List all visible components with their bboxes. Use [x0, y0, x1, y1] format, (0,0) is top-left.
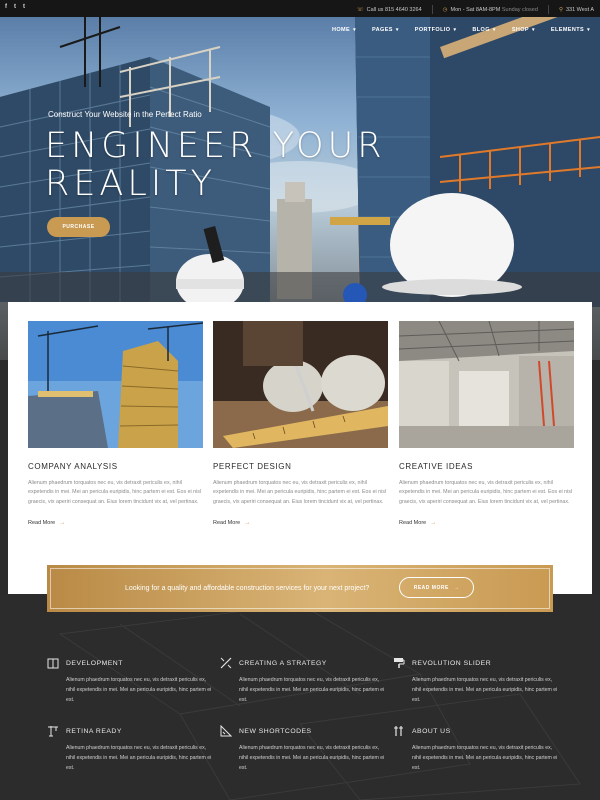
main-nav: HOME ▾ PAGES ▾ PORTFOLIO ▾ BLOG ▾ SHOP ▾ ELEM… — [332, 27, 590, 33]
feature-text: Alienum phaedrum torquatos nec eu, vis d… — [399, 480, 573, 505]
services-section: DEVELOPMENT Alienum phaedrum torquatos n… — [0, 594, 600, 800]
tumblr-icon[interactable]: t — [23, 4, 25, 10]
hero-tagline: Construct Your Website in the Perfect Ra… — [48, 110, 202, 119]
nav-elements-label: ELEMENTS — [550, 27, 585, 33]
service-head: RETINA READY — [47, 725, 207, 737]
social-links: f t t — [5, 4, 25, 10]
nav-portfolio[interactable]: PORTFOLIO ▾ — [415, 27, 457, 33]
service-head: NEW SHORTCODES — [220, 725, 380, 737]
building-icon — [47, 657, 59, 669]
feature-title: CREATIVE IDEAS — [399, 462, 474, 471]
nav-shop[interactable]: SHOP ▾ — [512, 27, 535, 33]
paint-roller-icon — [393, 657, 405, 669]
service-item: REVOLUTION SLIDER Alienum phaedrum torqu… — [393, 657, 557, 705]
tools-icon — [393, 725, 405, 737]
feature-card: COMPANY ANALYSIS Alienum phaedrum torqua… — [28, 321, 203, 526]
service-text: Alienum phaedrum torquatos nec eu, vis d… — [412, 677, 558, 703]
address-text: 331 West A — [565, 6, 594, 13]
service-title: RETINA READY — [66, 727, 122, 735]
chevron-down-icon: ▾ — [532, 27, 535, 33]
facebook-icon[interactable]: f — [5, 4, 7, 10]
nav-home-label: HOME — [331, 27, 351, 33]
ruler-triangle-icon — [220, 725, 232, 737]
perfect-design-image — [213, 321, 388, 448]
twitter-icon[interactable]: t — [14, 4, 16, 10]
arrow-right-icon: → — [244, 519, 251, 526]
chevron-down-icon: ▾ — [492, 27, 496, 33]
chevron-down-icon: ▾ — [395, 27, 399, 33]
clock-icon: ◷ — [442, 6, 448, 13]
read-more-label: Read More — [28, 519, 56, 526]
service-head: DEVELOPMENT — [47, 657, 207, 669]
service-item: NEW SHORTCODES Alienum phaedrum torquato… — [220, 725, 384, 773]
feature-card: CREATIVE IDEAS Alienum phaedrum torquato… — [399, 321, 574, 526]
arrow-right-icon: → — [430, 519, 437, 526]
map-pin-icon: ⚲ — [558, 6, 563, 13]
top-bar: f t t ☏ Call us 815 4640 3264 ◷ Mon - Sat … — [0, 0, 600, 17]
service-item: RETINA READY Alienum phaedrum torquatos … — [47, 725, 211, 773]
phone-icon: ☏ — [356, 6, 364, 13]
service-text: Alienum phaedrum torquatos nec eu, vis d… — [66, 745, 212, 771]
feature-text: Alienum phaedrum torquatos nec eu, vis d… — [28, 480, 202, 505]
hero-title: ENGINEER YOUR REALITY — [45, 126, 386, 204]
cta-banner: Looking for a quality and affordable con… — [47, 565, 553, 612]
creative-ideas-image — [399, 321, 574, 448]
contact-info: ☏ Call us 815 4640 3264 ◷ Mon - Sat 8AM-8P… — [357, 5, 594, 14]
read-more-link[interactable]: Read More → — [399, 520, 574, 526]
read-more-label: Read More — [213, 519, 241, 526]
service-item: ABOUT US Alienum phaedrum torquatos nec … — [393, 725, 557, 773]
service-item: DEVELOPMENT Alienum phaedrum torquatos n… — [47, 657, 211, 705]
crane-icon — [47, 725, 59, 737]
nav-shop-label: SHOP — [511, 27, 529, 33]
service-head: ABOUT US — [393, 725, 553, 737]
hours-text: Mon - Sat 8AM-8PM — [450, 6, 501, 13]
read-more-link[interactable]: Read More → — [213, 520, 388, 526]
service-title: NEW SHORTCODES — [239, 727, 312, 735]
service-head: REVOLUTION SLIDER — [393, 657, 553, 669]
service-title: REVOLUTION SLIDER — [412, 659, 492, 667]
company-analysis-image — [28, 321, 203, 448]
service-title: DEVELOPMENT — [66, 659, 123, 667]
divider — [431, 5, 433, 14]
feature-title: COMPANY ANALYSIS — [28, 462, 118, 471]
feature-text: Alienum phaedrum torquatos nec eu, vis d… — [213, 480, 387, 505]
arrow-right-icon: → — [453, 584, 460, 591]
cta-text: Looking for a quality and affordable con… — [125, 585, 370, 592]
phone-info: ☏ Call us 815 4640 3264 — [357, 7, 422, 13]
feature-title: PERFECT DESIGN — [213, 462, 292, 471]
service-head: CREATING A STRATEGY — [220, 657, 380, 669]
hours-note: Sunday closed — [501, 6, 538, 13]
nav-elements[interactable]: ELEMENTS ▾ — [551, 27, 590, 33]
read-more-button[interactable]: READ MORE → — [399, 577, 474, 598]
service-text: Alienum phaedrum torquatos nec eu, vis d… — [412, 745, 558, 771]
read-more-button-label: READ MORE — [413, 584, 449, 591]
arrow-right-icon: → — [59, 519, 66, 526]
address-info: ⚲ 331 West A — [559, 7, 594, 13]
chevron-down-icon: ▾ — [587, 27, 590, 33]
read-more-label: Read More — [399, 519, 427, 526]
service-text: Alienum phaedrum torquatos nec eu, vis d… — [66, 677, 212, 703]
chevron-down-icon: ▾ — [353, 27, 356, 33]
service-text: Alienum phaedrum torquatos nec eu, vis d… — [239, 677, 385, 703]
pencil-ruler-icon — [220, 657, 232, 669]
hours-info: ◷ Mon - Sat 8AM-8PM Sunday closed — [443, 7, 538, 13]
feature-card: PERFECT DESIGN Alienum phaedrum torquato… — [213, 321, 388, 526]
read-more-link[interactable]: Read More → — [28, 520, 203, 526]
nav-blog[interactable]: BLOG ▾ — [472, 27, 495, 33]
service-title: CREATING A STRATEGY — [239, 659, 327, 667]
purchase-button[interactable]: PURCHASE — [47, 217, 110, 237]
nav-pages-label: PAGES — [372, 27, 393, 33]
service-title: ABOUT US — [412, 727, 451, 735]
service-item: CREATING A STRATEGY Alienum phaedrum tor… — [220, 657, 384, 705]
nav-home[interactable]: HOME ▾ — [332, 27, 356, 33]
chevron-down-icon: ▾ — [453, 27, 457, 33]
nav-portfolio-label: PORTFOLIO — [414, 27, 451, 33]
service-text: Alienum phaedrum torquatos nec eu, vis d… — [239, 745, 385, 771]
phone-text: Call us 815 4640 3264 — [366, 6, 422, 13]
nav-pages[interactable]: PAGES ▾ — [372, 27, 399, 33]
divider — [547, 5, 549, 14]
features-section: COMPANY ANALYSIS Alienum phaedrum torqua… — [8, 302, 592, 594]
nav-blog-label: BLOG — [472, 27, 490, 33]
